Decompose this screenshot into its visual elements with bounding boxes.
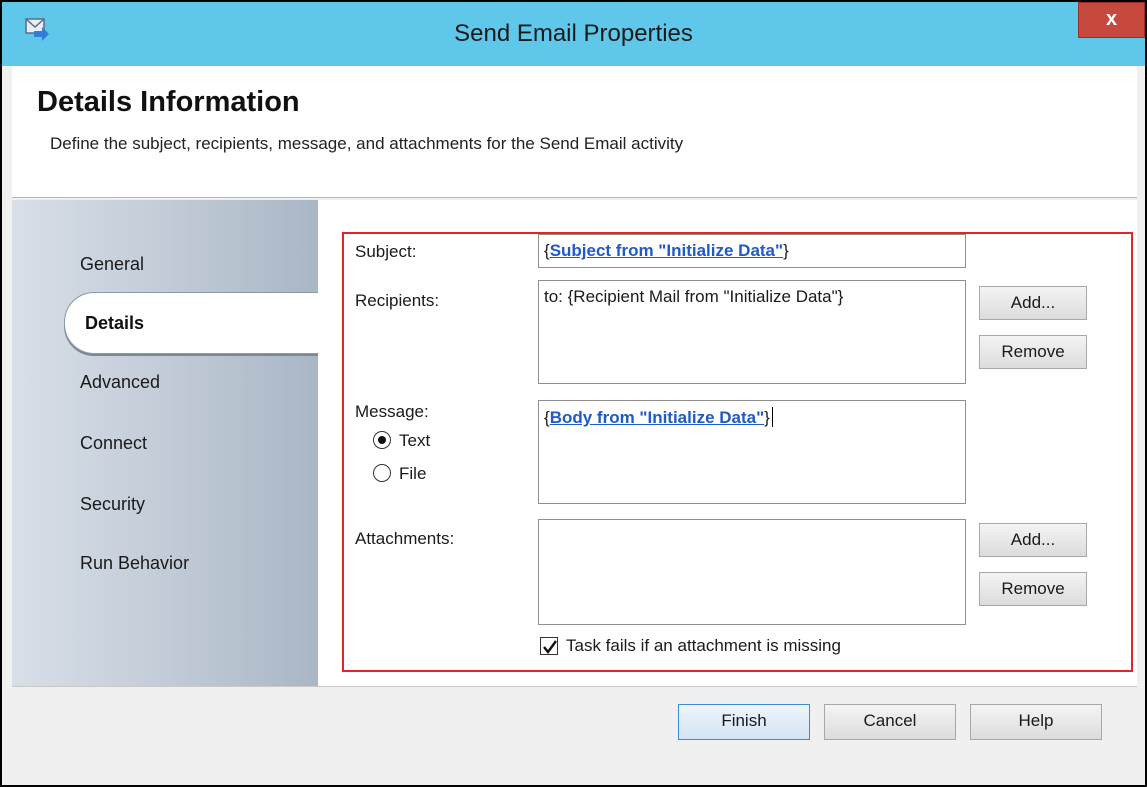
cancel-button[interactable]: Cancel	[824, 704, 956, 740]
sidebar-item-details[interactable]: Details	[64, 292, 318, 354]
window-title: Send Email Properties	[454, 20, 693, 47]
recipients-add-button[interactable]: Add...	[979, 286, 1087, 320]
sidebar-item-connect[interactable]: Connect	[80, 433, 147, 454]
sidebar-item-run-behavior[interactable]: Run Behavior	[80, 553, 189, 574]
attachments-remove-button[interactable]: Remove	[979, 572, 1087, 606]
message-text-radio[interactable]	[373, 431, 391, 449]
task-fails-label: Task fails if an attachment is missing	[566, 636, 841, 655]
message-file-label: File	[399, 464, 427, 483]
sidebar-item-security[interactable]: Security	[80, 494, 145, 515]
page-title: Details Information	[37, 86, 300, 118]
task-fails-checkbox[interactable]	[540, 637, 558, 655]
footer-bar	[12, 686, 1137, 779]
title-bar[interactable]: Send Email Properties x	[2, 2, 1145, 66]
sidebar-item-label: Details	[85, 313, 145, 333]
subject-label: Subject:	[355, 242, 417, 261]
text-cursor	[771, 407, 773, 427]
recipients-value: to: {Recipient Mail from "Initialize Dat…	[544, 287, 844, 306]
message-body-link[interactable]: Body from "Initialize Data"	[550, 408, 764, 427]
header-panel: Details Information Define the subject, …	[12, 66, 1137, 198]
page-description: Define the subject, recipients, message,…	[50, 134, 684, 153]
recipients-field[interactable]: to: {Recipient Mail from "Initialize Dat…	[538, 280, 966, 384]
message-body-field[interactable]: {Body from "Initialize Data"}	[538, 400, 966, 504]
finish-button[interactable]: Finish	[678, 704, 810, 740]
sidebar: General Details Advanced Connect Securit…	[12, 200, 318, 686]
recipients-label: Recipients:	[355, 291, 440, 310]
close-button[interactable]: x	[1078, 2, 1145, 38]
message-text-label: Text	[399, 431, 431, 450]
sidebar-item-advanced[interactable]: Advanced	[80, 372, 160, 393]
help-button[interactable]: Help	[970, 704, 1102, 740]
checkmark-icon	[543, 640, 557, 654]
sidebar-item-general[interactable]: General	[80, 254, 144, 275]
recipients-remove-button[interactable]: Remove	[979, 335, 1087, 369]
attachments-list[interactable]	[538, 519, 966, 625]
subject-field[interactable]: {Subject from "Initialize Data"}	[538, 234, 966, 268]
message-file-radio[interactable]	[373, 464, 391, 482]
message-label: Message:	[355, 402, 429, 421]
attachments-label: Attachments:	[355, 529, 455, 548]
attachments-add-button[interactable]: Add...	[979, 523, 1087, 557]
subject-link[interactable]: Subject from "Initialize Data"	[550, 241, 783, 260]
dialog-window: Send Email Properties x Details Informat…	[0, 0, 1147, 787]
